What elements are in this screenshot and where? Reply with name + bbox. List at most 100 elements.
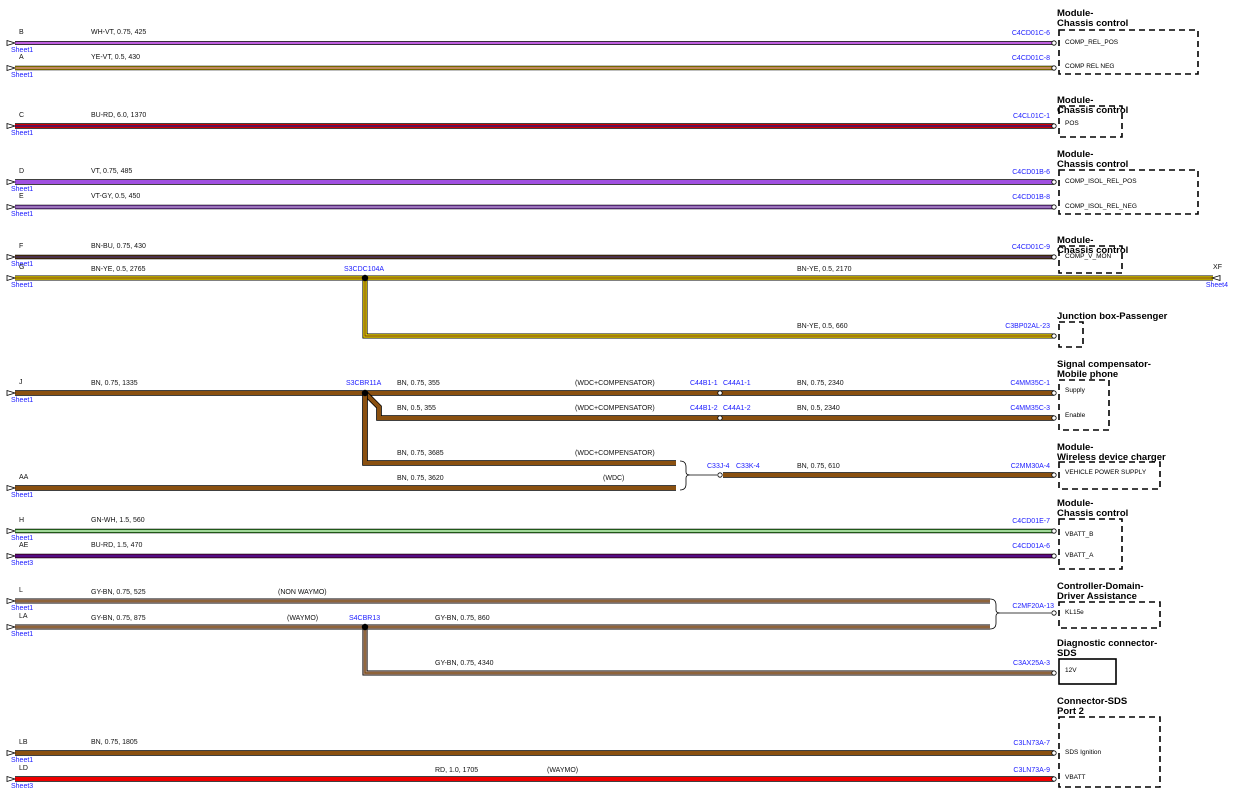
w9-inline1: C33J-4 (707, 463, 730, 470)
w5-label: VT-GY, 0.5, 450 (91, 193, 140, 200)
w8-sheet-label: Sheet1 (11, 397, 33, 404)
c3-pin-1: COMP_ISOL_REL_NEG (1065, 203, 1137, 210)
c3-subtitle: Chassis control (1057, 159, 1128, 170)
w8a-inline-pin (717, 390, 723, 396)
w7-right-terminal (1210, 274, 1221, 282)
w4-pin-label: D (19, 168, 24, 175)
w6-pin-label: F (19, 243, 23, 250)
c3-pin-0: COMP_ISOL_REL_POS (1065, 178, 1137, 185)
w7b (363, 278, 1054, 338)
w8a-connector: C4MM35C-1 (1010, 380, 1050, 387)
w2-pin-label: A (19, 54, 24, 61)
w9-note: (WDC) (603, 475, 624, 482)
c2-pin-0: POS (1065, 120, 1079, 127)
w8-label: BN, 0.75, 1335 (91, 380, 138, 387)
w8b-inline2: C44A1-2 (723, 405, 751, 412)
c4-pin-0: COMP_V_MON (1065, 253, 1112, 260)
w8-terminal (6, 389, 17, 397)
w10-connector: C4CD01E-7 (1012, 518, 1050, 525)
w12-terminal (6, 597, 17, 605)
w14-terminal (6, 749, 17, 757)
w13-note: (WAYMO) (287, 615, 318, 622)
w13-sheet-label: Sheet1 (11, 631, 33, 638)
w13-connector: C2MF20A-13 (1012, 603, 1054, 610)
w10-label: GN-WH, 1.5, 560 (91, 517, 145, 524)
w8b-pin (1051, 415, 1057, 421)
w8a-inline2: C44A1-1 (723, 380, 751, 387)
w14-label: BN, 0.75, 1805 (91, 739, 138, 746)
w4-pin (1051, 179, 1057, 185)
w14-sheet-label: Sheet1 (11, 757, 33, 764)
w9-label: BN, 0.75, 3620 (397, 475, 444, 482)
w7b-connector: C3BP02AL-23 (1005, 323, 1050, 330)
w8a-pin (1051, 390, 1057, 396)
w15-pin-label: LD (19, 765, 28, 772)
w11-pin-label: AE (19, 542, 29, 549)
w8a-label2: BN, 0.75, 2340 (797, 380, 844, 387)
w7-pin-label: G (19, 264, 24, 271)
w8c-note: (WDC+COMPENSATOR) (575, 450, 655, 457)
w2-label: YE-VT, 0.5, 430 (91, 54, 140, 61)
w8b-note: (WDC+COMPENSATOR) (575, 405, 655, 412)
w11-label: BU-RD, 1.5, 470 (91, 542, 142, 549)
w11-sheet-label: Sheet3 (11, 560, 33, 567)
w3-connector: C4CL01C-1 (1013, 113, 1050, 120)
w13-label: GY-BN, 0.75, 875 (91, 615, 146, 622)
w4-terminal (6, 178, 17, 186)
w8b-inline1: C44B1-2 (690, 405, 718, 412)
w5-sheet-label: Sheet1 (11, 211, 33, 218)
c9-subtitle: Driver Assistance (1057, 591, 1137, 602)
w8a-note: (WDC+COMPENSATOR) (575, 380, 655, 387)
w1-sheet-label: Sheet1 (11, 47, 33, 54)
w10-terminal (6, 527, 17, 535)
w1-pin-label: B (19, 29, 24, 36)
w12-note: (NON WAYMO) (278, 589, 327, 596)
w3-terminal (6, 122, 17, 130)
c6-pin-0: Supply (1065, 387, 1086, 394)
w9-pin-label: AA (19, 474, 29, 481)
w6-pin (1051, 254, 1057, 260)
w15-connector: C3LN73A-9 (1013, 767, 1050, 774)
w10-sheet-label: Sheet1 (11, 535, 33, 542)
w14-pin (1051, 750, 1057, 756)
c11-pin-1: VBATT (1065, 774, 1085, 781)
w7b-pin (1051, 333, 1057, 339)
w5-pin-label: E (19, 193, 24, 200)
w15-terminal (6, 775, 17, 783)
w10-pin (1051, 528, 1057, 534)
w13-brace (989, 598, 1001, 630)
w14-pin-label: LB (19, 739, 28, 746)
w8b-label: BN, 0.5, 355 (397, 405, 436, 412)
w7-right-pin-label: XF (1213, 264, 1222, 271)
w13-pin (1051, 610, 1057, 616)
w15-note: (WAYMO) (547, 767, 578, 774)
w1-pin (1051, 40, 1057, 46)
w7b-stripe (364, 278, 1054, 337)
w6-connector: C4CD01C-9 (1012, 244, 1050, 251)
w15-label: RD, 1.0, 1705 (435, 767, 478, 774)
w13-terminal (6, 623, 17, 631)
w9-brace (679, 460, 691, 491)
w13-pin-label: LA (19, 613, 28, 620)
w2-terminal (6, 64, 17, 72)
w8-splice-label: S3CBR11A (346, 380, 382, 387)
w1-connector: C4CD01C-6 (1012, 30, 1050, 37)
w9-sheet-label: Sheet1 (11, 492, 33, 499)
w9-label2: BN, 0.75, 610 (797, 463, 840, 470)
c8-box (1058, 518, 1123, 570)
w15-pin (1051, 776, 1057, 782)
w8b-connector: C4MM35C-3 (1010, 405, 1050, 412)
w6-terminal (6, 253, 17, 261)
c1-pin-1: COMP REL NEG (1065, 63, 1114, 70)
w12-label: GY-BN, 0.75, 525 (91, 589, 146, 596)
w7-terminal (6, 274, 17, 282)
w3-label: BU-RD, 6.0, 1370 (91, 112, 146, 119)
w12-sheet-label: Sheet1 (11, 605, 33, 612)
w9-connector: C2MM30A-4 (1011, 463, 1050, 470)
w9-inline2: C33K-4 (736, 463, 760, 470)
c11-pin-0: SDS Ignition (1065, 749, 1102, 756)
w7b-outline (362, 278, 1054, 339)
w7-label: BN-YE, 0.5, 2765 (91, 266, 146, 273)
c1-pin-0: COMP_REL_POS (1065, 39, 1119, 46)
c1-subtitle: Chassis control (1057, 18, 1128, 29)
